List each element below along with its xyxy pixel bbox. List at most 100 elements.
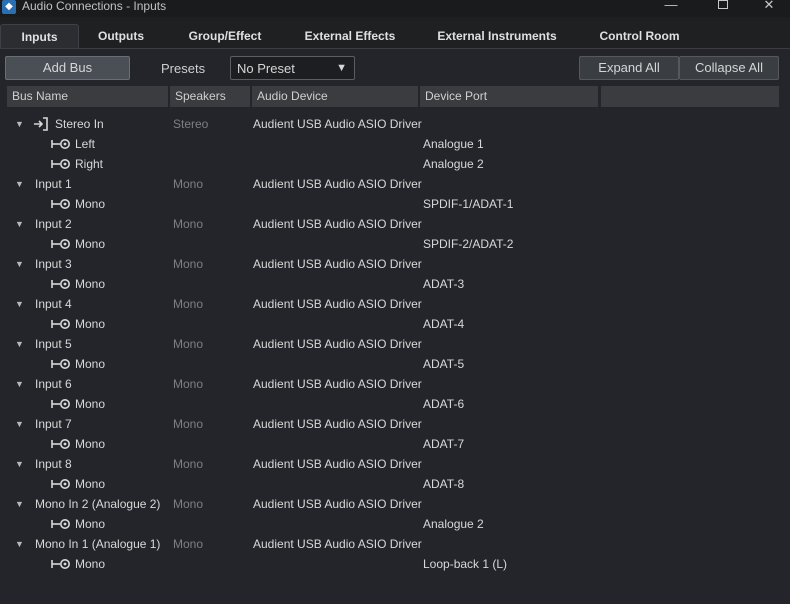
expand-triangle-icon[interactable]: ▼ bbox=[15, 454, 24, 474]
expand-triangle-icon[interactable]: ▼ bbox=[15, 254, 24, 274]
expand-triangle-icon[interactable]: ▼ bbox=[15, 174, 24, 194]
tab-external-instruments[interactable]: External Instruments bbox=[431, 24, 563, 48]
bus-row[interactable]: ▼ Mono In 1 (Analogue 1) Mono Audient USB A… bbox=[0, 534, 790, 554]
channel-name: Mono bbox=[75, 437, 106, 451]
bus-audio-device[interactable]: Audient USB Audio ASIO Driver bbox=[253, 294, 422, 314]
bus-audio-device[interactable]: Audient USB Audio ASIO Driver bbox=[253, 214, 422, 234]
channel-row[interactable]: Mono ADAT-4 bbox=[0, 314, 790, 334]
bus-speakers: Mono bbox=[173, 217, 204, 231]
bus-audio-device[interactable]: Audient USB Audio ASIO Driver bbox=[253, 334, 422, 354]
expand-triangle-icon[interactable]: ▼ bbox=[15, 534, 24, 554]
bus-audio-device[interactable]: Audient USB Audio ASIO Driver bbox=[253, 374, 422, 394]
bus-audio-device[interactable]: Audient USB Audio ASIO Driver bbox=[253, 494, 422, 514]
channel-name: Mono bbox=[75, 557, 106, 571]
bus-list: ▼ Stereo In Stereo Audient USB Audio ASIO D… bbox=[0, 114, 790, 574]
bus-audio-device[interactable]: Audient USB Audio ASIO Driver bbox=[253, 254, 422, 274]
bus-name[interactable]: Input 1 bbox=[35, 174, 72, 194]
channel-name: Mono bbox=[75, 357, 106, 371]
column-header-device-port[interactable]: Device Port bbox=[420, 86, 598, 107]
input-channel-icon bbox=[51, 439, 70, 449]
bus-name[interactable]: Stereo In bbox=[55, 114, 104, 134]
collapse-all-button[interactable]: Collapse All bbox=[679, 56, 779, 80]
bus-speakers: Mono bbox=[173, 257, 204, 271]
add-bus-button[interactable]: Add Bus bbox=[5, 56, 130, 80]
bus-row[interactable]: ▼ Input 7 Mono Audient USB Audio ASIO Drive… bbox=[0, 414, 790, 434]
bus-audio-device[interactable]: Audient USB Audio ASIO Driver bbox=[253, 414, 422, 434]
input-channel-icon bbox=[51, 139, 70, 149]
channel-device-port[interactable]: SPDIF-2/ADAT-2 bbox=[423, 234, 513, 254]
bus-name[interactable]: Input 2 bbox=[35, 214, 72, 234]
bus-name[interactable]: Mono In 1 (Analogue 1) bbox=[35, 534, 160, 554]
channel-name: Mono bbox=[75, 397, 106, 411]
expand-triangle-icon[interactable]: ▼ bbox=[15, 414, 24, 434]
expand-triangle-icon[interactable]: ▼ bbox=[15, 114, 24, 134]
bus-name[interactable]: Input 6 bbox=[35, 374, 72, 394]
bus-speakers: Mono bbox=[173, 457, 204, 471]
input-channel-icon bbox=[51, 399, 70, 409]
expand-triangle-icon[interactable]: ▼ bbox=[15, 494, 24, 514]
channel-row[interactable]: Mono Analogue 2 bbox=[0, 514, 790, 534]
bus-audio-device[interactable]: Audient USB Audio ASIO Driver bbox=[253, 174, 422, 194]
bus-audio-device[interactable]: Audient USB Audio ASIO Driver bbox=[253, 454, 422, 474]
tab-control-room[interactable]: Control Room bbox=[593, 24, 686, 48]
preset-dropdown[interactable]: No Preset ▼ bbox=[230, 56, 355, 80]
input-channel-icon bbox=[51, 199, 70, 209]
tab-external-effects[interactable]: External Effects bbox=[298, 24, 402, 48]
bus-row[interactable]: ▼ Input 3 Mono Audient USB Audio ASIO Drive… bbox=[0, 254, 790, 274]
channel-device-port[interactable]: Loop-back 1 (L) bbox=[423, 554, 507, 574]
bus-row[interactable]: ▼ Input 8 Mono Audient USB Audio ASIO Drive… bbox=[0, 454, 790, 474]
column-header-bus-name[interactable]: Bus Name bbox=[7, 86, 168, 107]
expand-all-button[interactable]: Expand All bbox=[579, 56, 679, 80]
channel-device-port[interactable]: ADAT-8 bbox=[423, 474, 464, 494]
bus-row[interactable]: ▼ Input 1 Mono Audient USB Audio ASIO Drive… bbox=[0, 174, 790, 194]
expand-triangle-icon[interactable]: ▼ bbox=[15, 294, 24, 314]
tab-outputs[interactable]: Outputs bbox=[87, 24, 155, 48]
channel-row[interactable]: Mono SPDIF-1/ADAT-1 bbox=[0, 194, 790, 214]
tab-inputs[interactable]: Inputs bbox=[0, 24, 79, 48]
bus-name[interactable]: Input 8 bbox=[35, 454, 72, 474]
close-button[interactable]: ✕ bbox=[754, 0, 784, 14]
minimize-button[interactable]: — bbox=[656, 0, 686, 14]
expand-triangle-icon[interactable]: ▼ bbox=[15, 214, 24, 234]
channel-row[interactable]: Mono ADAT-6 bbox=[0, 394, 790, 414]
channel-row[interactable]: Mono ADAT-3 bbox=[0, 274, 790, 294]
bus-row[interactable]: ▼ Input 6 Mono Audient USB Audio ASIO Drive… bbox=[0, 374, 790, 394]
bus-name[interactable]: Mono In 2 (Analogue 2) bbox=[35, 494, 160, 514]
column-header-audio-device[interactable]: Audio Device bbox=[252, 86, 418, 107]
bus-name[interactable]: Input 3 bbox=[35, 254, 72, 274]
expand-triangle-icon[interactable]: ▼ bbox=[15, 334, 24, 354]
bus-audio-device[interactable]: Audient USB Audio ASIO Driver bbox=[253, 534, 422, 554]
channel-device-port[interactable]: ADAT-5 bbox=[423, 354, 464, 374]
channel-row[interactable]: Left Analogue 1 bbox=[0, 134, 790, 154]
bus-name[interactable]: Input 5 bbox=[35, 334, 72, 354]
channel-device-port[interactable]: Analogue 1 bbox=[423, 134, 484, 154]
tab-group-effect[interactable]: Group/Effect bbox=[180, 24, 270, 48]
column-header-speakers[interactable]: Speakers bbox=[170, 86, 250, 107]
channel-device-port[interactable]: ADAT-4 bbox=[423, 314, 464, 334]
channel-name: Left bbox=[75, 137, 96, 151]
bus-row[interactable]: ▼ Mono In 2 (Analogue 2) Mono Audient USB A… bbox=[0, 494, 790, 514]
channel-device-port[interactable]: Analogue 2 bbox=[423, 514, 484, 534]
channel-device-port[interactable]: ADAT-7 bbox=[423, 434, 464, 454]
maximize-button[interactable] bbox=[708, 0, 738, 14]
bus-name[interactable]: Input 7 bbox=[35, 414, 72, 434]
bus-name[interactable]: Input 4 bbox=[35, 294, 72, 314]
bus-row[interactable]: ▼ Input 5 Mono Audient USB Audio ASIO Drive… bbox=[0, 334, 790, 354]
channel-row[interactable]: Mono ADAT-5 bbox=[0, 354, 790, 374]
bus-row[interactable]: ▼ Input 2 Mono Audient USB Audio ASIO Drive… bbox=[0, 214, 790, 234]
bus-row[interactable]: ▼ Input 4 Mono Audient USB Audio ASIO Drive… bbox=[0, 294, 790, 314]
expand-triangle-icon[interactable]: ▼ bbox=[15, 374, 24, 394]
bus-audio-device[interactable]: Audient USB Audio ASIO Driver bbox=[253, 114, 422, 134]
channel-device-port[interactable]: ADAT-3 bbox=[423, 274, 464, 294]
input-bus-icon bbox=[34, 117, 48, 131]
bus-speakers: Mono bbox=[173, 537, 204, 551]
channel-device-port[interactable]: SPDIF-1/ADAT-1 bbox=[423, 194, 513, 214]
channel-row[interactable]: Mono ADAT-7 bbox=[0, 434, 790, 454]
channel-device-port[interactable]: Analogue 2 bbox=[423, 154, 484, 174]
channel-row[interactable]: Mono Loop-back 1 (L) bbox=[0, 554, 790, 574]
channel-row[interactable]: Right Analogue 2 bbox=[0, 154, 790, 174]
bus-row[interactable]: ▼ Stereo In Stereo Audient USB Audio ASIO D… bbox=[0, 114, 790, 134]
channel-row[interactable]: Mono SPDIF-2/ADAT-2 bbox=[0, 234, 790, 254]
channel-device-port[interactable]: ADAT-6 bbox=[423, 394, 464, 414]
channel-row[interactable]: Mono ADAT-8 bbox=[0, 474, 790, 494]
